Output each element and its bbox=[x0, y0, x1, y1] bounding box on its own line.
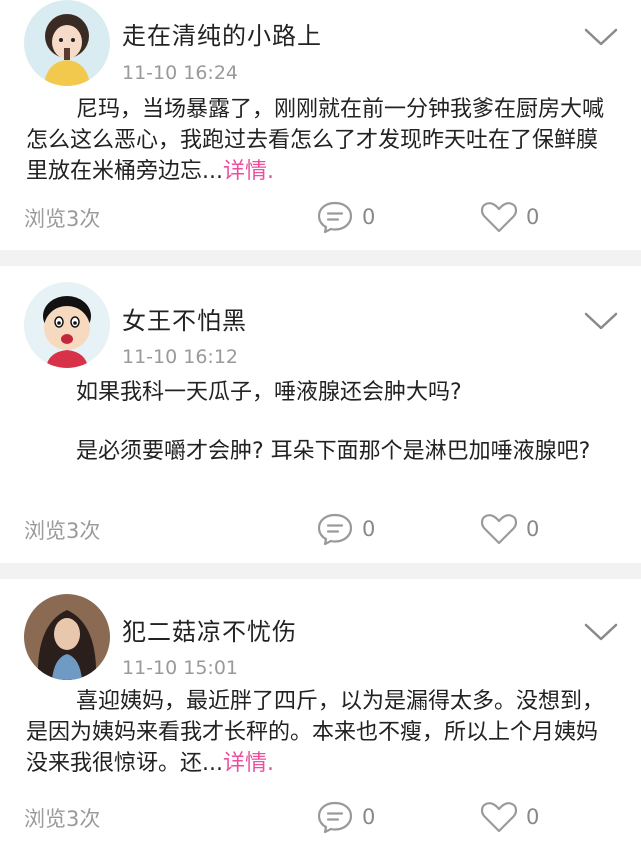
username[interactable]: 走在清纯的小路上 bbox=[122, 16, 322, 51]
comment-button[interactable]: 0 bbox=[316, 509, 375, 549]
like-button[interactable]: 0 bbox=[480, 509, 539, 549]
chevron-down-icon[interactable] bbox=[583, 310, 619, 332]
heart-icon bbox=[480, 800, 518, 834]
chevron-down-icon[interactable] bbox=[583, 26, 619, 48]
comment-icon bbox=[316, 512, 354, 546]
post-content: 喜迎姨妈，最近胖了四斤，以为是漏得太多。没想到，是因为姨妈来看我才长秤的。本来也… bbox=[26, 689, 605, 776]
post-footer: 浏览3次 0 0 bbox=[24, 197, 641, 237]
timestamp: 11-10 16:12 bbox=[122, 346, 239, 368]
avatar[interactable] bbox=[24, 594, 110, 680]
like-count: 0 bbox=[526, 517, 540, 541]
post-content: 尼玛，当场暴露了，刚刚就在前一分钟我爹在厨房大喊怎么这么恶心，我跑过去看怎么了才… bbox=[26, 97, 605, 184]
comment-button[interactable]: 0 bbox=[316, 197, 375, 237]
post-footer: 浏览3次 0 0 bbox=[24, 509, 641, 549]
post-content: 是必须要嚼才会肿? 耳朵下面那个是淋巴加唾液腺吧? bbox=[76, 439, 591, 464]
post-card: 走在清纯的小路上 11-10 16:24 尼玛，当场暴露了，刚刚就在前一分钟我爹… bbox=[0, 0, 641, 250]
view-count: 浏览3次 bbox=[24, 207, 101, 231]
timestamp: 11-10 16:24 bbox=[122, 62, 239, 84]
comment-count: 0 bbox=[362, 517, 376, 541]
post-card: 犯二菇凉不忧伤 11-10 15:01 喜迎姨妈，最近胖了四斤，以为是漏得太多。… bbox=[0, 579, 641, 850]
like-count: 0 bbox=[526, 805, 540, 829]
post-card: 女王不怕黑 11-10 16:12 如果我科一天瓜子，唾液腺还会肿大吗? 是必须… bbox=[0, 266, 641, 563]
comment-count: 0 bbox=[362, 205, 376, 229]
details-link[interactable]: 详情. bbox=[223, 751, 274, 776]
comment-button[interactable]: 0 bbox=[316, 797, 375, 837]
avatar[interactable] bbox=[24, 282, 110, 368]
post-content: 如果我科一天瓜子，唾液腺还会肿大吗? bbox=[76, 380, 462, 405]
view-count: 浏览3次 bbox=[24, 519, 101, 543]
heart-icon bbox=[480, 512, 518, 546]
comment-count: 0 bbox=[362, 805, 376, 829]
like-button[interactable]: 0 bbox=[480, 197, 539, 237]
comment-icon bbox=[316, 800, 354, 834]
username[interactable]: 犯二菇凉不忧伤 bbox=[122, 612, 297, 647]
avatar[interactable] bbox=[24, 0, 110, 86]
timestamp: 11-10 15:01 bbox=[122, 657, 239, 679]
username[interactable]: 女王不怕黑 bbox=[122, 301, 247, 336]
like-button[interactable]: 0 bbox=[480, 797, 539, 837]
view-count: 浏览3次 bbox=[24, 807, 101, 831]
details-link[interactable]: 详情. bbox=[223, 159, 274, 184]
like-count: 0 bbox=[526, 205, 540, 229]
post-footer: 浏览3次 0 0 bbox=[24, 797, 641, 837]
comment-icon bbox=[316, 200, 354, 234]
post-feed: 走在清纯的小路上 11-10 16:24 尼玛，当场暴露了，刚刚就在前一分钟我爹… bbox=[0, 0, 641, 850]
heart-icon bbox=[480, 200, 518, 234]
chevron-down-icon[interactable] bbox=[583, 621, 619, 643]
